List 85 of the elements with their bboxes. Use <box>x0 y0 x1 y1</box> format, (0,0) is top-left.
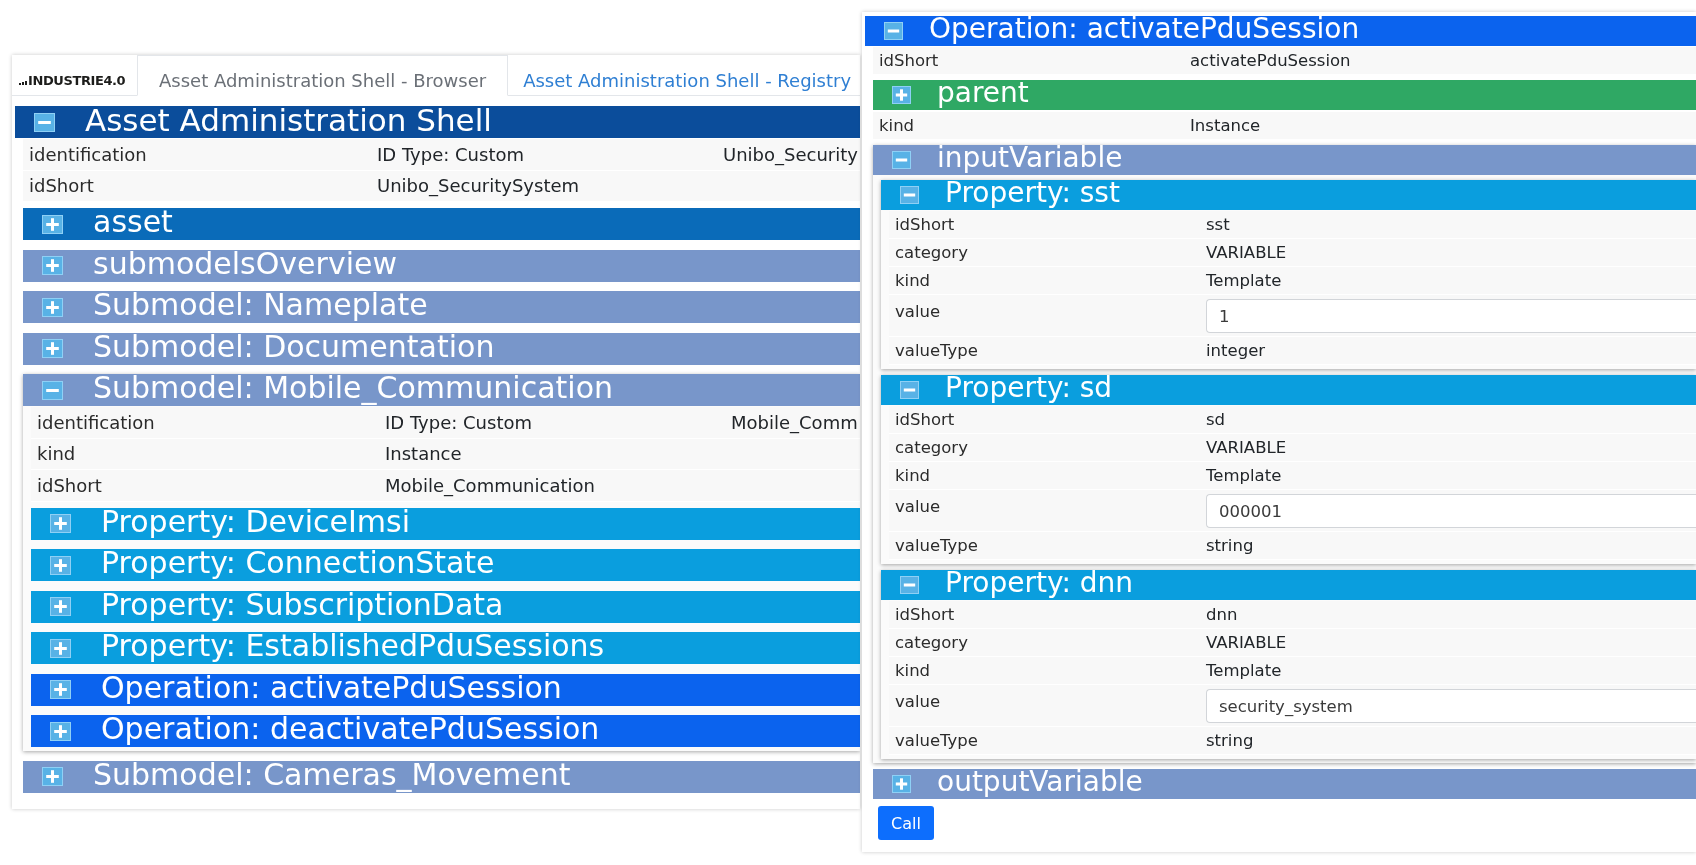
section-header[interactable]: Asset Administration Shell <box>15 106 860 138</box>
minus-icon[interactable] <box>34 112 55 132</box>
field-label: kind <box>879 116 916 135</box>
section-header[interactable]: Submodel: Nameplate <box>23 291 860 323</box>
section-header[interactable]: Operation: activatePduSession <box>31 673 860 706</box>
field-value: sst <box>1206 215 1231 234</box>
section-header[interactable]: Property: dnn <box>881 570 1696 600</box>
section-header[interactable]: Property: sst <box>881 180 1696 210</box>
field-value: sd <box>1206 410 1227 429</box>
field-label: kind <box>895 271 932 290</box>
field-value: VARIABLE <box>1206 243 1288 262</box>
field-value: Mobile_Communication <box>385 474 596 496</box>
field-label: idShort <box>29 175 95 197</box>
field-value: integer <box>1206 341 1267 360</box>
plus-icon[interactable] <box>50 597 71 616</box>
field-value: Template <box>1206 466 1283 485</box>
tab[interactable]: Asset Administration Shell - Registry <box>508 55 853 96</box>
field-label: identification <box>29 143 148 165</box>
field-value: Template <box>1206 271 1283 290</box>
field-label: valueType <box>895 341 979 360</box>
section-header[interactable]: submodelsOverview <box>23 249 860 282</box>
field-label: value <box>895 692 942 711</box>
section-header[interactable]: Property: sd <box>881 375 1696 405</box>
field-label: idShort <box>895 215 956 234</box>
field-value: string <box>1206 536 1255 555</box>
field-value: Mobile_Comm <box>731 411 859 433</box>
field-value: ID Type: Custom <box>385 411 533 433</box>
plus-icon[interactable] <box>892 86 911 104</box>
section-header[interactable]: outputVariable <box>873 769 1696 799</box>
plus-icon[interactable] <box>50 638 71 658</box>
section-header[interactable]: Property: ConnectionState <box>31 549 860 581</box>
value-input[interactable]: 000001 <box>1206 494 1696 528</box>
plus-icon[interactable] <box>42 256 63 275</box>
field-label: valueType <box>895 536 979 555</box>
field-value: VARIABLE <box>1206 438 1288 457</box>
section-header[interactable]: Submodel: Cameras_Movement <box>23 760 860 793</box>
value-input[interactable]: security_system <box>1206 689 1696 723</box>
field-value: Instance <box>1190 116 1262 135</box>
field-label: category <box>895 438 969 457</box>
value-input[interactable]: 1 <box>1206 299 1696 333</box>
plus-icon[interactable] <box>50 514 71 533</box>
plus-icon[interactable] <box>42 339 63 358</box>
section-header[interactable]: parent <box>873 80 1696 110</box>
plus-icon[interactable] <box>50 721 71 741</box>
field-value: string <box>1206 731 1255 750</box>
plus-icon[interactable] <box>42 767 63 786</box>
logo-mark-icon <box>19 79 27 85</box>
field-value: dnn <box>1206 605 1239 624</box>
field-value: activatePduSession <box>1190 51 1352 70</box>
plus-icon[interactable] <box>42 297 63 317</box>
logo: INDUSTRIE4.0 <box>28 72 126 88</box>
field-label: idShort <box>37 474 103 496</box>
section-header[interactable]: Submodel: Documentation <box>23 332 860 365</box>
field-label: value <box>895 497 942 516</box>
plus-icon[interactable] <box>892 775 911 793</box>
plus-icon[interactable] <box>42 214 63 234</box>
tab[interactable]: Asset Administration Shell - Browser <box>137 55 509 96</box>
section-header[interactable]: Operation: deactivatePduSession <box>31 715 860 747</box>
field-label: idShort <box>895 410 956 429</box>
plus-icon[interactable] <box>50 680 71 699</box>
field-value: VARIABLE <box>1206 633 1288 652</box>
field-label: kind <box>895 661 932 680</box>
field-label: value <box>895 302 942 321</box>
section-header[interactable]: inputVariable <box>873 145 1696 175</box>
field-label: kind <box>37 443 77 465</box>
field-label: idShort <box>895 605 956 624</box>
section-header[interactable]: Property: EstablishedPduSessions <box>31 632 860 664</box>
field-label: idShort <box>879 51 940 70</box>
section-header[interactable]: Submodel: Mobile_Communication <box>23 374 860 406</box>
field-value: Instance <box>385 443 463 465</box>
field-label: category <box>895 633 969 652</box>
field-label: category <box>895 243 969 262</box>
field-label: kind <box>895 466 932 485</box>
field-label: valueType <box>895 731 979 750</box>
field-label: identification <box>37 411 156 433</box>
section-header[interactable]: Property: DeviceImsi <box>31 507 860 540</box>
field-value: ID Type: Custom <box>377 143 525 165</box>
call-button[interactable]: Call <box>878 806 934 840</box>
field-value: Template <box>1206 661 1283 680</box>
section-header[interactable]: asset <box>23 208 860 240</box>
section-header[interactable]: Property: SubscriptionData <box>31 590 860 623</box>
field-value: Unibo_SecuritySystem <box>377 175 581 197</box>
plus-icon[interactable] <box>50 555 71 575</box>
section-header[interactable]: Operation: activatePduSession <box>865 16 1696 46</box>
field-value: Unibo_Security <box>723 143 859 165</box>
